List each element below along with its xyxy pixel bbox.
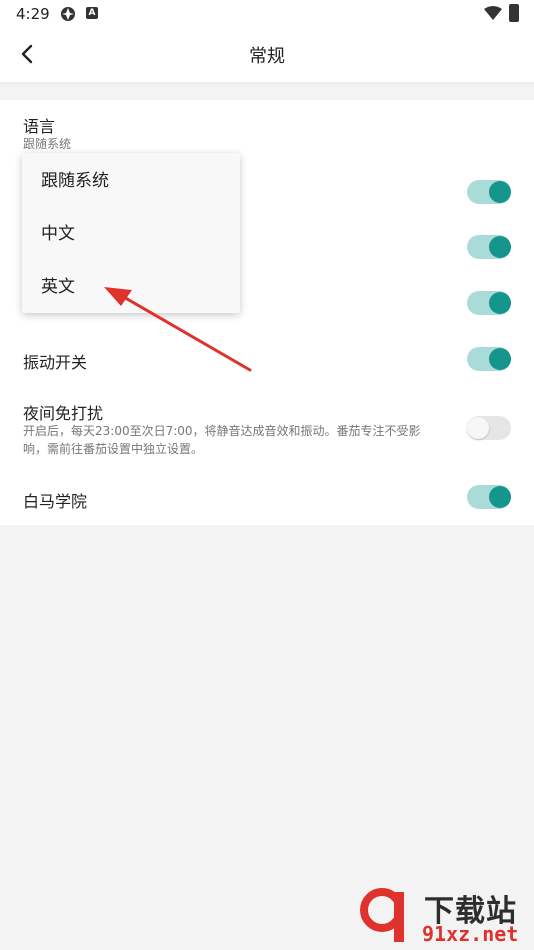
toggle-knob [489,348,511,370]
toggle-knob [489,292,511,314]
toggle-hidden-1[interactable] [467,180,511,204]
status-time: 4:29 [16,5,50,23]
language-title: 语言 [23,117,56,136]
night-dnd-toggle[interactable] [467,416,511,440]
vibration-title: 振动开关 [23,353,88,372]
baima-toggle[interactable] [467,485,511,509]
toggle-hidden-2[interactable] [467,235,511,259]
status-letter-icon: A [86,7,98,19]
watermark-url: 91xz.net [422,922,519,946]
toggle-knob [467,417,489,439]
toggle-knob [489,486,511,508]
baima-row: 白马学院 [0,480,534,524]
language-row[interactable]: 语言 跟随系统 [0,100,534,160]
app-bar: 常规 [0,28,534,82]
toggle-knob [489,181,511,203]
toggle-knob [489,236,511,258]
night-dnd-row: 夜间免打扰 开启后，每天23:00至次日7:00，将静音达成音效和振动。番茄专注… [0,390,534,470]
language-option-chinese[interactable]: 中文 [22,208,240,260]
language-option-english[interactable]: 英文 [22,261,240,313]
wifi-icon [484,6,502,20]
language-option-follow-system[interactable]: 跟随系统 [22,155,240,207]
status-bar: 4:29 A [0,0,534,28]
language-popup-menu: 跟随系统 中文 英文 [22,153,240,313]
battery-icon [509,4,519,22]
toggle-hidden-3[interactable] [467,291,511,315]
vibration-toggle[interactable] [467,347,511,371]
app-notification-icon [61,7,75,21]
language-subtitle: 跟随系统 [23,137,72,151]
watermark-logo-icon [360,888,404,942]
baima-title: 白马学院 [23,492,88,511]
night-dnd-title: 夜间免打扰 [23,404,104,423]
night-dnd-subtitle-2: 响，需前往番茄设置中独立设置。 [23,442,204,456]
watermark: 下载站 91xz.net [358,886,528,946]
night-dnd-subtitle-1: 开启后，每天23:00至次日7:00，将静音达成音效和振动。番茄专注不受影 [23,424,421,438]
page-title: 常规 [249,46,285,67]
vibration-row: 振动开关 [0,336,534,380]
